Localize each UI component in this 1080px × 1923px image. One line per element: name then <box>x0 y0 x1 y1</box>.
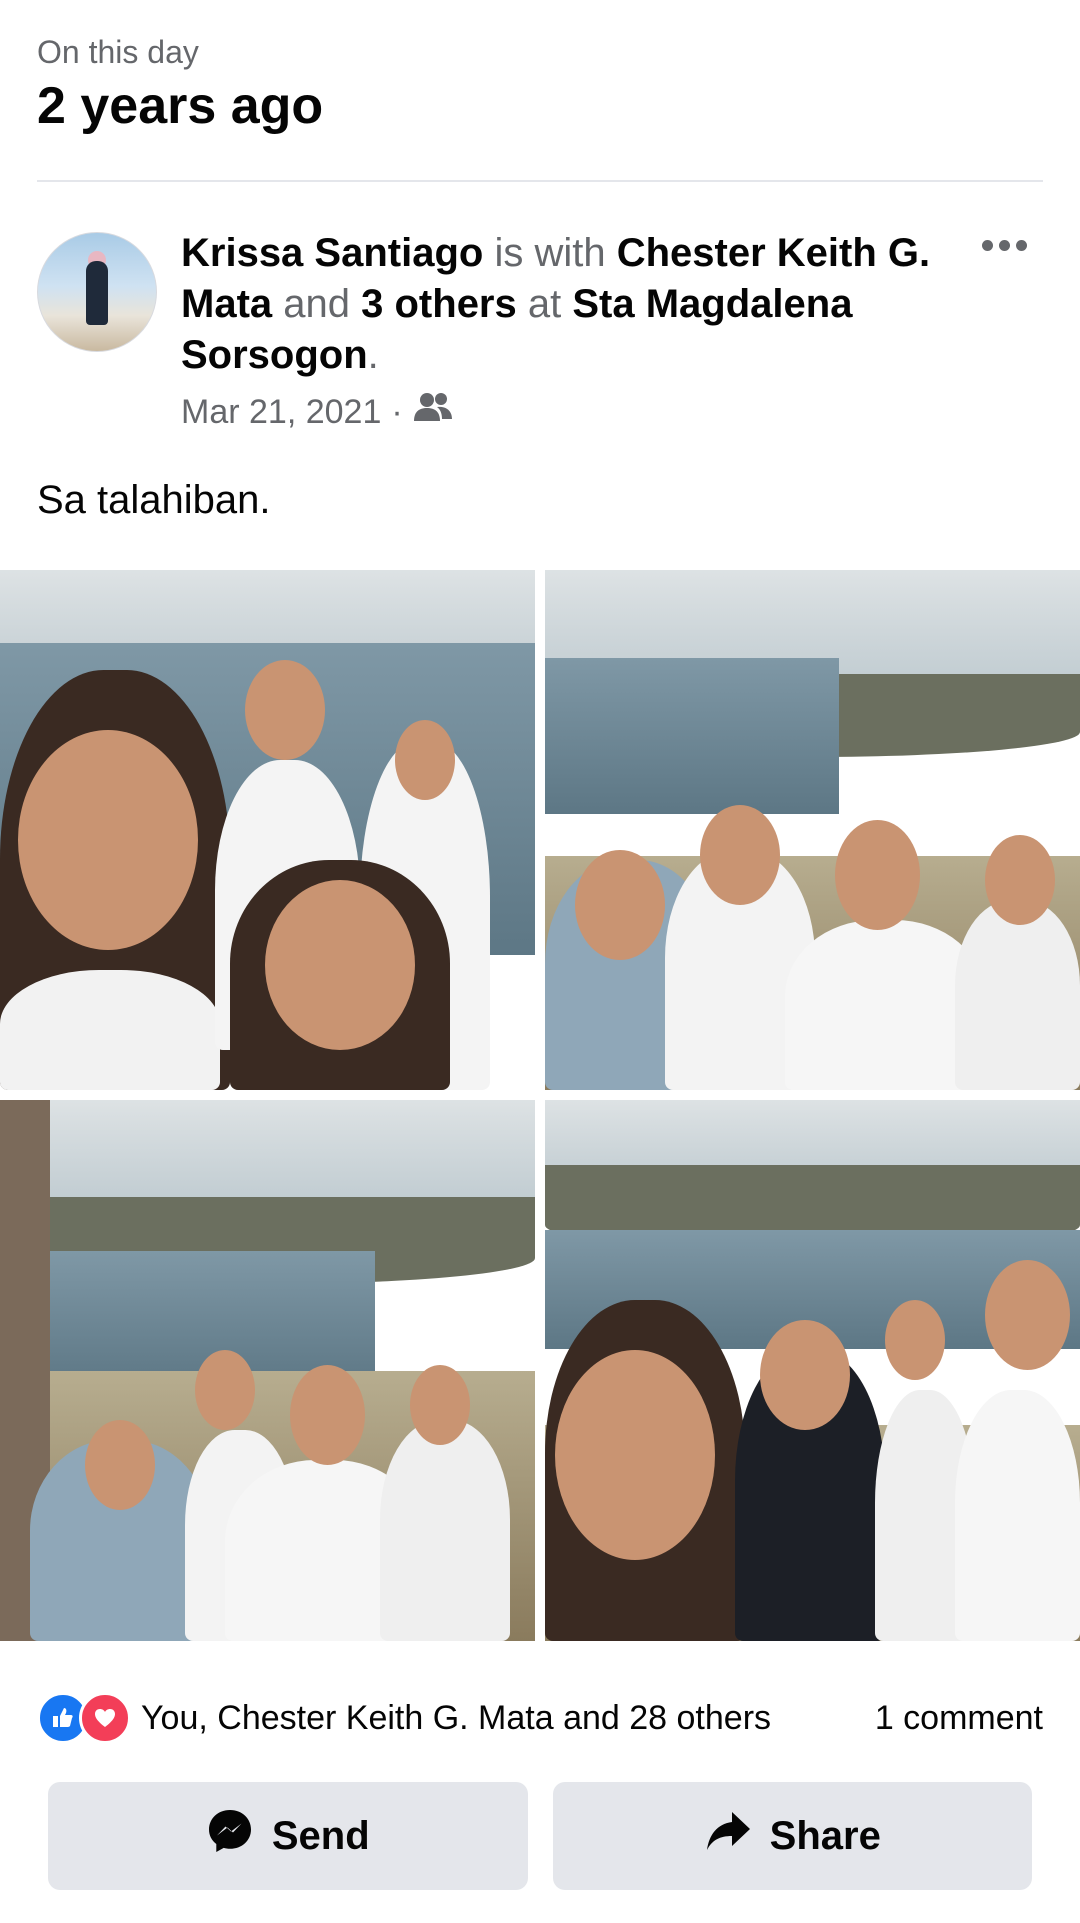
send-button[interactable]: Send <box>48 1782 528 1890</box>
photo-4[interactable] <box>545 1100 1080 1641</box>
post-date[interactable]: Mar 21, 2021 <box>181 393 381 432</box>
reactions-text[interactable]: You, Chester Keith G. Mata and 28 others <box>141 1699 875 1738</box>
author-name[interactable]: Krissa Santiago <box>181 231 483 275</box>
at-word: at <box>527 282 562 326</box>
divider <box>37 180 1043 182</box>
post-caption: Sa talahiban. <box>37 478 271 522</box>
more-options-icon[interactable] <box>982 240 1027 251</box>
love-reaction-icon <box>79 1692 131 1744</box>
photo-3[interactable] <box>0 1100 535 1641</box>
send-label: Send <box>271 1813 370 1858</box>
friends-icon[interactable] <box>413 391 453 434</box>
messenger-icon <box>206 1807 254 1865</box>
period: . <box>367 333 379 377</box>
meta-separator: · <box>391 393 403 431</box>
photo-1[interactable] <box>0 570 535 1090</box>
others-link[interactable]: 3 others <box>361 282 517 326</box>
reactions-bar: You, Chester Keith G. Mata and 28 others… <box>37 1692 1043 1744</box>
location-link[interactable]: Sta Magdalena Sorsogon <box>181 282 852 377</box>
share-icon <box>704 1809 752 1863</box>
memory-post-page: On this day 2 years ago Krissa Santiago … <box>0 0 1080 1923</box>
photo-2[interactable] <box>545 570 1080 1090</box>
photo-grid <box>0 570 1080 1641</box>
action-bar: Send Share <box>48 1782 1032 1890</box>
avatar-figure <box>86 261 108 325</box>
post-header: Krissa Santiago is with Chester Keith G.… <box>181 228 941 434</box>
comments-count[interactable]: 1 comment <box>875 1699 1043 1738</box>
memory-header: On this day 2 years ago <box>37 30 323 138</box>
memory-kicker: On this day <box>37 34 199 70</box>
avatar[interactable] <box>37 232 157 352</box>
share-button[interactable]: Share <box>552 1782 1032 1890</box>
memory-title: 2 years ago <box>37 77 324 135</box>
reaction-icons[interactable] <box>37 1692 131 1744</box>
and-word: and <box>283 282 351 326</box>
with-word: is with <box>494 231 606 275</box>
post-attribution: Krissa Santiago is with Chester Keith G.… <box>181 228 941 381</box>
post-meta: Mar 21, 2021 · <box>181 391 941 434</box>
share-label: Share <box>769 1813 881 1858</box>
